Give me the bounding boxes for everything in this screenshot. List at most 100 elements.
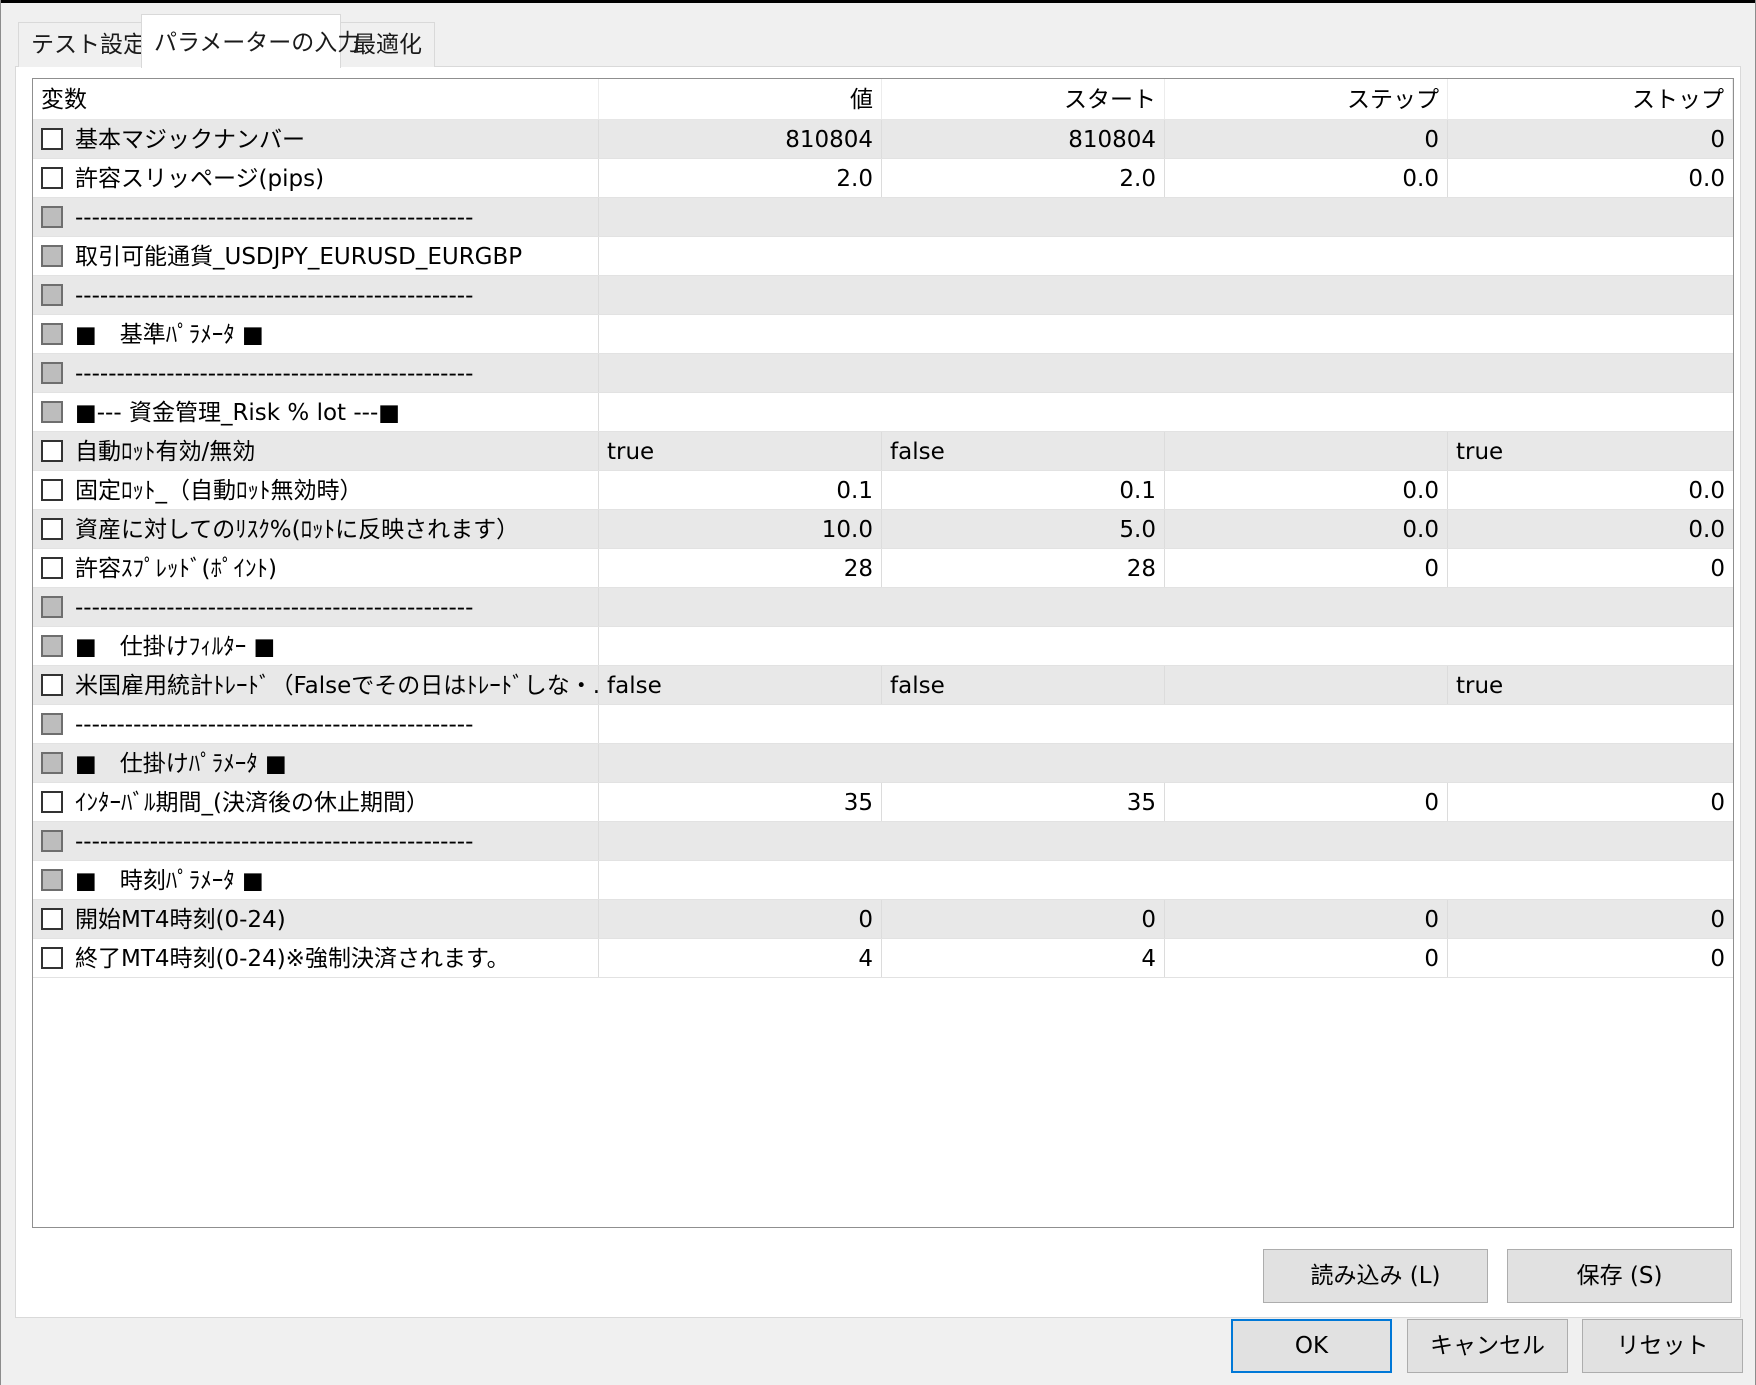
tab-test-settings[interactable]: テスト設定 [18, 22, 146, 67]
step-cell[interactable]: 0.0 [1165, 159, 1448, 197]
start-cell[interactable]: false [882, 666, 1165, 704]
table-row[interactable]: 開始MT4時刻(0-24) 0 0 0 0 [33, 900, 1733, 939]
step-cell[interactable] [1165, 432, 1448, 470]
table-row[interactable]: 米国雇用統計ﾄﾚｰﾄﾞ（Falseでその日はﾄﾚｰﾄﾞしな・.. false fal… [33, 666, 1733, 705]
variable-name: ■ 時刻ﾊﾟﾗﾒｰﾀ ■ [75, 868, 264, 894]
optimize-checkbox[interactable] [41, 206, 63, 228]
table-row[interactable]: 基本マジックナンバー 810804 810804 0 0 [33, 120, 1733, 159]
step-cell[interactable]: 0.0 [1165, 471, 1448, 509]
start-cell[interactable]: 35 [882, 783, 1165, 821]
value-cell[interactable]: 0 [599, 900, 882, 938]
column-header-stop[interactable]: ストップ [1448, 79, 1733, 119]
value-cell[interactable]: 10.0 [599, 510, 882, 548]
optimize-checkbox[interactable] [41, 167, 63, 189]
optimize-checkbox[interactable] [41, 674, 63, 696]
stop-cell[interactable]: 0 [1448, 120, 1733, 158]
start-cell[interactable]: 5.0 [882, 510, 1165, 548]
optimize-checkbox[interactable] [41, 401, 63, 423]
stop-cell[interactable]: 0.0 [1448, 471, 1733, 509]
stop-cell[interactable]: 0.0 [1448, 510, 1733, 548]
column-header-step[interactable]: ステップ [1165, 79, 1448, 119]
table-row[interactable]: ----------------------------------------… [33, 822, 1733, 861]
table-row[interactable]: 資産に対してのﾘｽｸ%(ﾛｯﾄに反映されます） 10.0 5.0 0.0 0.0 [33, 510, 1733, 549]
variable-name: ■ 基準ﾊﾟﾗﾒｰﾀ ■ [75, 322, 264, 348]
stop-cell[interactable]: 0 [1448, 939, 1733, 977]
table-row[interactable]: ----------------------------------------… [33, 198, 1733, 237]
optimize-checkbox[interactable] [41, 518, 63, 540]
table-row[interactable]: ■ 仕掛けﾌｨﾙﾀｰ ■ [33, 627, 1733, 666]
variable-name: 許容スリッページ(pips) [75, 166, 325, 192]
table-row[interactable]: 許容ｽﾌﾟﾚｯﾄﾞ(ﾎﾟｲﾝﾄ) 28 28 0 0 [33, 549, 1733, 588]
value-cell[interactable]: 0.1 [599, 471, 882, 509]
start-cell[interactable]: 2.0 [882, 159, 1165, 197]
optimize-checkbox[interactable] [41, 635, 63, 657]
ok-button[interactable]: OK [1231, 1319, 1392, 1373]
save-button[interactable]: 保存 (S) [1507, 1249, 1732, 1303]
step-cell[interactable]: 0 [1165, 549, 1448, 587]
reset-button[interactable]: リセット [1582, 1319, 1743, 1373]
start-cell[interactable]: 4 [882, 939, 1165, 977]
optimize-checkbox[interactable] [41, 869, 63, 891]
optimize-checkbox[interactable] [41, 908, 63, 930]
start-cell[interactable]: 0.1 [882, 471, 1165, 509]
table-row[interactable]: ----------------------------------------… [33, 588, 1733, 627]
column-header-start[interactable]: スタート [882, 79, 1165, 119]
optimize-checkbox[interactable] [41, 440, 63, 462]
optimize-checkbox[interactable] [41, 791, 63, 813]
start-cell[interactable]: 0 [882, 900, 1165, 938]
table-row[interactable]: ｲﾝﾀｰﾊﾞﾙ期間_(決済後の休止期間） 35 35 0 0 [33, 783, 1733, 822]
optimize-checkbox[interactable] [41, 128, 63, 150]
stop-cell[interactable]: 0 [1448, 900, 1733, 938]
table-row[interactable]: 取引可能通貨_USDJPY_EURUSD_EURGBP [33, 237, 1733, 276]
step-cell[interactable]: 0 [1165, 783, 1448, 821]
step-cell[interactable]: 0.0 [1165, 510, 1448, 548]
table-row[interactable]: ■ 基準ﾊﾟﾗﾒｰﾀ ■ [33, 315, 1733, 354]
step-cell[interactable]: 0 [1165, 900, 1448, 938]
optimize-checkbox[interactable] [41, 323, 63, 345]
table-row[interactable]: ■ 仕掛けﾊﾟﾗﾒｰﾀ ■ [33, 744, 1733, 783]
cancel-button[interactable]: キャンセル [1407, 1319, 1568, 1373]
table-row[interactable]: 自動ﾛｯﾄ有効/無効 true false true [33, 432, 1733, 471]
start-cell[interactable]: 28 [882, 549, 1165, 587]
value-cell[interactable]: 810804 [599, 120, 882, 158]
stop-cell[interactable]: 0 [1448, 783, 1733, 821]
value-cell[interactable]: 28 [599, 549, 882, 587]
optimize-checkbox[interactable] [41, 479, 63, 501]
load-button[interactable]: 読み込み (L) [1263, 1249, 1488, 1303]
table-row[interactable]: ----------------------------------------… [33, 705, 1733, 744]
table-row[interactable]: 終了MT4時刻(0-24)※強制決済されます。 4 4 0 0 [33, 939, 1733, 978]
start-cell[interactable]: 810804 [882, 120, 1165, 158]
stop-cell[interactable]: 0 [1448, 549, 1733, 587]
table-row[interactable]: ■--- 資金管理_Risk % lot ---■ [33, 393, 1733, 432]
table-row[interactable]: 固定ﾛｯﾄ_（自動ﾛｯﾄ無効時） 0.1 0.1 0.0 0.0 [33, 471, 1733, 510]
value-cell[interactable]: 2.0 [599, 159, 882, 197]
optimize-checkbox[interactable] [41, 596, 63, 618]
optimize-checkbox[interactable] [41, 362, 63, 384]
step-cell[interactable]: 0 [1165, 120, 1448, 158]
optimize-checkbox[interactable] [41, 245, 63, 267]
column-header-variable[interactable]: 変数 [33, 79, 599, 119]
stop-cell[interactable]: 0.0 [1448, 159, 1733, 197]
optimize-checkbox[interactable] [41, 713, 63, 735]
value-cell[interactable]: 4 [599, 939, 882, 977]
empty-value-cell [599, 627, 1733, 665]
table-row[interactable]: ----------------------------------------… [33, 276, 1733, 315]
tab-parameter-input[interactable]: パラメーターの入力 [141, 14, 360, 68]
value-cell[interactable]: true [599, 432, 882, 470]
optimize-checkbox[interactable] [41, 557, 63, 579]
table-row[interactable]: ■ 時刻ﾊﾟﾗﾒｰﾀ ■ [33, 861, 1733, 900]
value-cell[interactable]: false [599, 666, 882, 704]
optimize-checkbox[interactable] [41, 752, 63, 774]
stop-cell[interactable]: true [1448, 666, 1733, 704]
table-row[interactable]: ----------------------------------------… [33, 354, 1733, 393]
step-cell[interactable]: 0 [1165, 939, 1448, 977]
column-header-value[interactable]: 値 [599, 79, 882, 119]
optimize-checkbox[interactable] [41, 830, 63, 852]
table-row[interactable]: 許容スリッページ(pips) 2.0 2.0 0.0 0.0 [33, 159, 1733, 198]
value-cell[interactable]: 35 [599, 783, 882, 821]
optimize-checkbox[interactable] [41, 947, 63, 969]
stop-cell[interactable]: true [1448, 432, 1733, 470]
step-cell[interactable] [1165, 666, 1448, 704]
optimize-checkbox[interactable] [41, 284, 63, 306]
start-cell[interactable]: false [882, 432, 1165, 470]
